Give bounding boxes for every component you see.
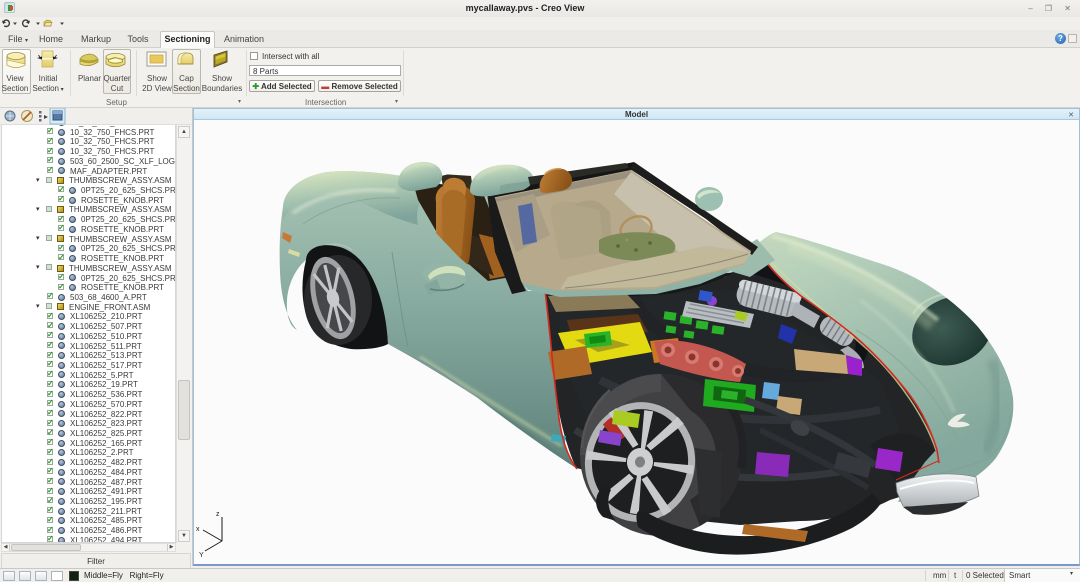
svg-text:Y: Y	[199, 552, 204, 559]
svg-text:z: z	[216, 511, 220, 518]
svg-text:x: x	[196, 526, 200, 533]
